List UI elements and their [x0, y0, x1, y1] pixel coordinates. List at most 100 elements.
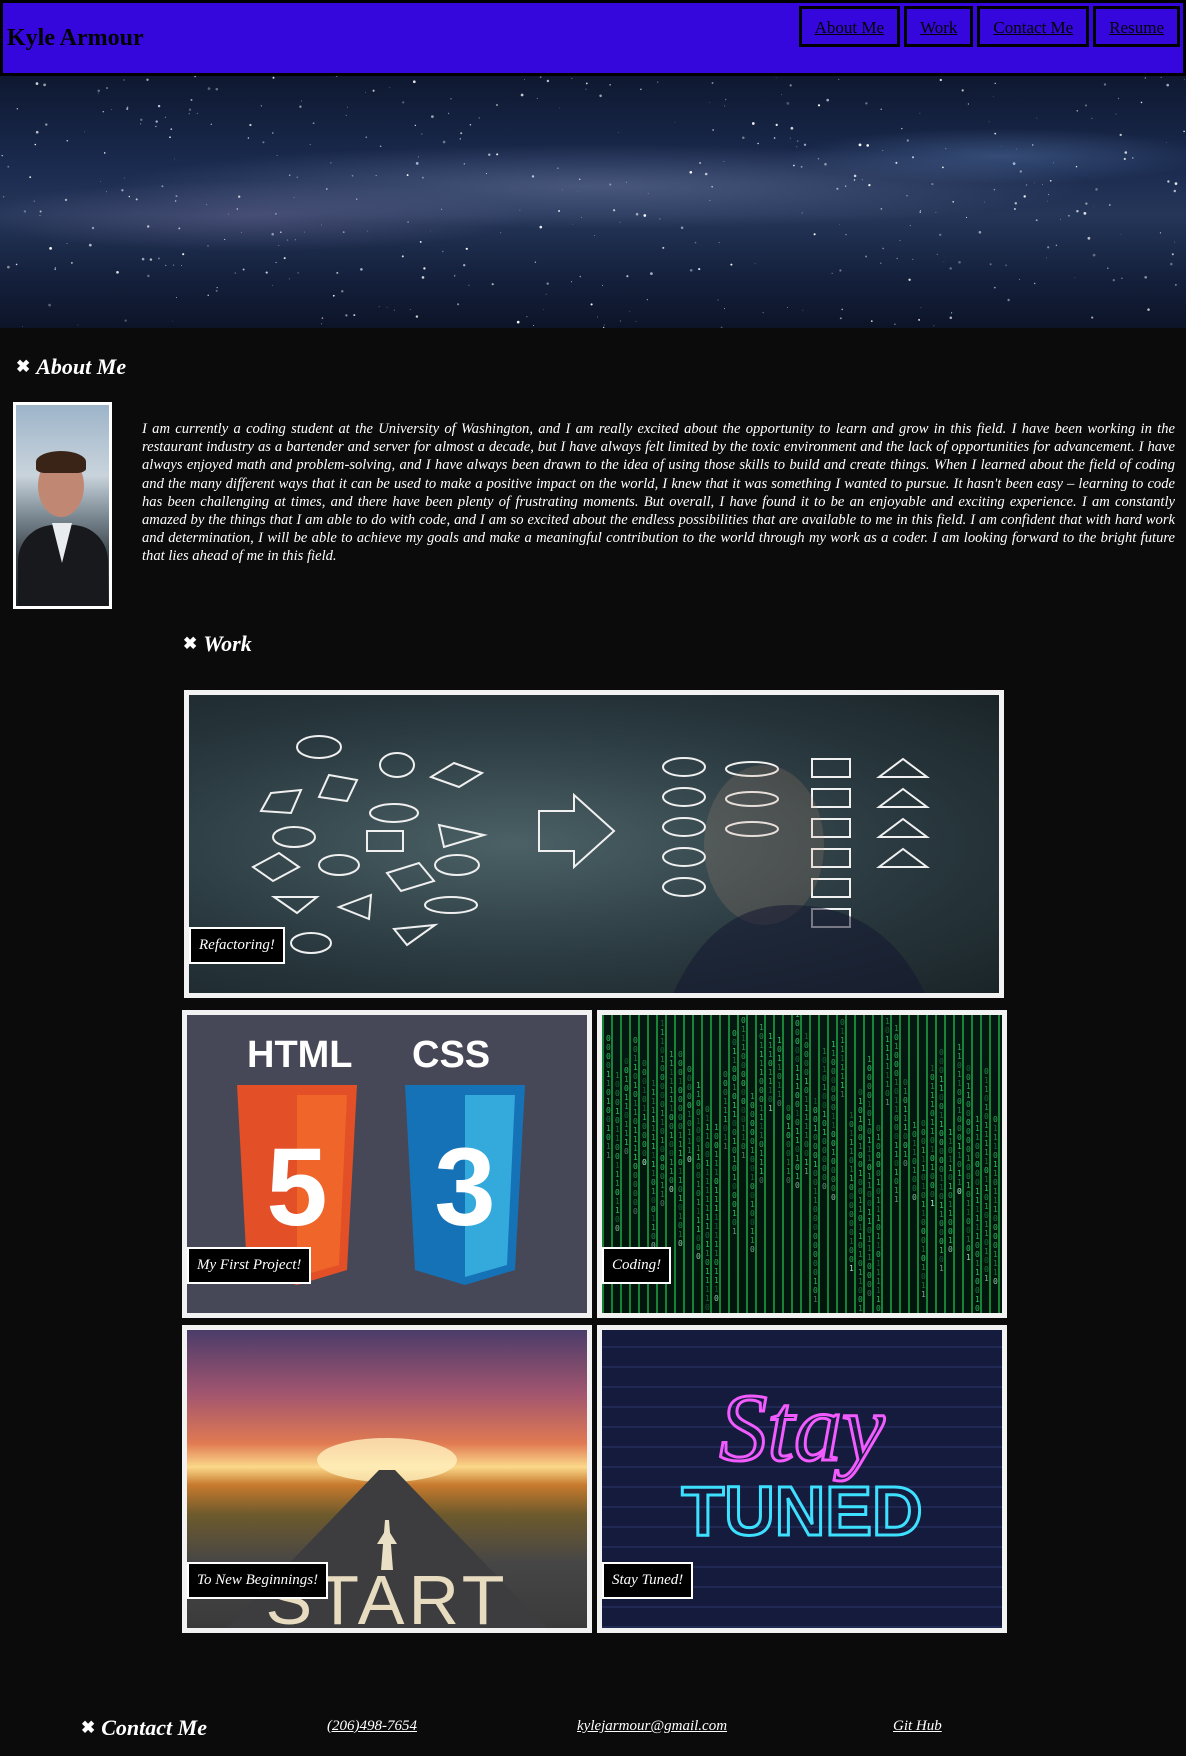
code-glyph: 1: [984, 1274, 989, 1283]
code-glyph: 0: [678, 1104, 683, 1113]
code-glyph: 0: [831, 1085, 836, 1094]
star: [286, 239, 289, 241]
star: [288, 278, 290, 280]
email-link[interactable]: kylejarmour@gmail.com: [577, 1718, 727, 1735]
code-glyph: 1: [705, 1222, 710, 1231]
star: [459, 138, 461, 140]
code-glyph: 0: [732, 1218, 737, 1227]
nav-contact-me[interactable]: Contact Me: [977, 6, 1090, 47]
code-glyph: 0: [867, 1073, 872, 1082]
code-glyph: 1: [741, 1025, 746, 1034]
star: [300, 100, 302, 102]
code-glyph: 1: [840, 1081, 845, 1090]
star: [775, 123, 778, 127]
code-glyph: 1: [975, 1205, 980, 1214]
project-card-stay-tuned[interactable]: Stay TUNED Stay Tuned!: [597, 1325, 1007, 1633]
code-glyph: 0: [957, 1088, 962, 1097]
code-glyph: 0: [660, 1064, 665, 1073]
code-glyph: 0: [669, 1185, 674, 1194]
code-glyph: 1: [849, 1111, 854, 1120]
code-glyph: 0: [795, 1145, 800, 1154]
code-glyph: 0: [984, 1211, 989, 1220]
code-glyph: 0: [858, 1295, 863, 1304]
code-glyph: 1: [912, 1139, 917, 1148]
star: [1112, 279, 1115, 282]
code-glyph: 0: [867, 1082, 872, 1091]
star: [952, 200, 955, 203]
project-card-first-project[interactable]: HTML CSS 5 3 My First Project!: [182, 1010, 592, 1318]
star: [751, 122, 755, 125]
code-glyph: 0: [849, 1120, 854, 1129]
star: [1093, 206, 1095, 207]
star: [801, 212, 803, 214]
code-glyph: 0: [606, 1052, 611, 1061]
code-glyph: 0: [750, 1245, 755, 1254]
star: [619, 221, 621, 223]
code-glyph: 1: [633, 1144, 638, 1153]
code-glyph: 0: [948, 1218, 953, 1227]
project-card-new-beginnings[interactable]: START To New Beginnings!: [182, 1325, 592, 1633]
code-glyph: 1: [876, 1259, 881, 1268]
star: [1019, 278, 1021, 280]
code-glyph: 1: [948, 1137, 953, 1146]
star: [49, 247, 52, 250]
code-glyph: 0: [930, 1109, 935, 1118]
code-glyph: 1: [903, 1087, 908, 1096]
code-glyph: 1: [867, 1181, 872, 1190]
starfield: [1, 76, 1185, 328]
project-card-refactoring[interactable]: Refactoring!: [184, 690, 1004, 998]
nav-resume[interactable]: Resume: [1093, 6, 1180, 47]
code-glyph: 0: [957, 1187, 962, 1196]
star: [1023, 195, 1026, 198]
code-glyph: 1: [606, 1124, 611, 1133]
code-glyph: 1: [921, 1200, 926, 1209]
code-glyph: 1: [966, 1091, 971, 1100]
code-glyph: 0: [831, 1157, 836, 1166]
code-glyph: 0: [975, 1277, 980, 1286]
star: [460, 132, 463, 135]
star: [880, 108, 882, 110]
star: [909, 225, 911, 226]
star: [866, 144, 870, 147]
star: [175, 195, 178, 198]
star: [1147, 308, 1150, 311]
phone-link[interactable]: (206)498-7654: [327, 1718, 417, 1735]
star: [836, 187, 839, 190]
star: [1169, 262, 1173, 266]
code-glyph: 0: [876, 1304, 881, 1313]
code-glyph: 1: [957, 1169, 962, 1178]
star: [442, 140, 446, 144]
code-glyph: 1: [732, 1137, 737, 1146]
code-glyph: 0: [687, 1083, 692, 1092]
nav-about-me[interactable]: About Me: [798, 6, 901, 47]
code-glyph: 1: [813, 1097, 818, 1106]
code-glyph: 0: [678, 1113, 683, 1122]
code-glyph: 1: [939, 1084, 944, 1093]
code-glyph: 1: [705, 1168, 710, 1177]
nav-work[interactable]: Work: [904, 6, 974, 47]
star: [155, 125, 157, 128]
star: [880, 262, 882, 264]
code-glyph: 1: [669, 1086, 674, 1095]
star: [920, 307, 922, 309]
code-glyph: 1: [669, 1077, 674, 1086]
code-glyph: 0: [993, 1241, 998, 1250]
star: [165, 264, 167, 267]
code-glyph: 0: [822, 1092, 827, 1101]
code-glyph: 0: [948, 1227, 953, 1236]
github-link[interactable]: Git Hub: [893, 1718, 942, 1735]
code-glyph: 0: [876, 1169, 881, 1178]
star: [321, 317, 324, 319]
star: [379, 145, 382, 148]
code-glyph: 1: [876, 1214, 881, 1223]
star: [283, 257, 286, 260]
star: [845, 185, 847, 187]
star: [662, 246, 665, 249]
code-glyph: 1: [813, 1187, 818, 1196]
star: [401, 255, 404, 258]
star: [128, 195, 131, 198]
code-glyph: 0: [705, 1312, 710, 1313]
code-glyph: 0: [660, 1091, 665, 1100]
project-card-coding[interactable]: 0000110100101110001011001110110000101101…: [597, 1010, 1007, 1318]
code-glyph: 0: [858, 1187, 863, 1196]
